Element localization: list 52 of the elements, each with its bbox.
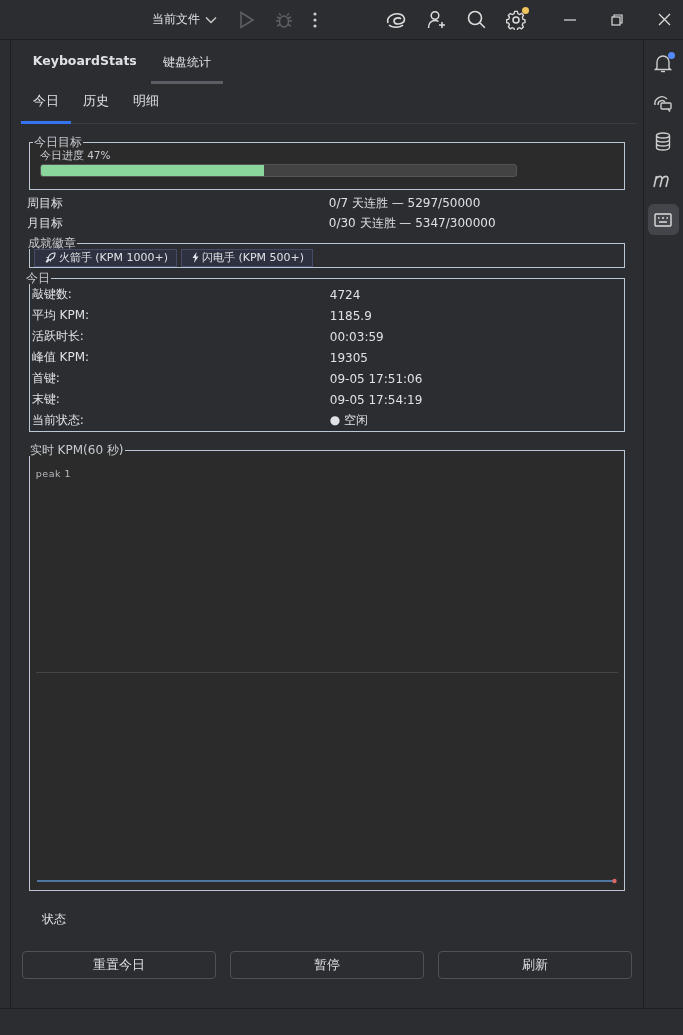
more-icon[interactable] <box>313 11 317 28</box>
keyboard-icon <box>654 212 673 227</box>
stat-value: 4724 <box>329 287 362 302</box>
group-title: 今日 <box>24 272 51 284</box>
tool-window-title: KeyboardStats <box>32 53 137 68</box>
swirl-icon[interactable] <box>385 10 407 29</box>
close-icon[interactable] <box>658 13 671 26</box>
stat-value: 1185.9 <box>329 308 373 323</box>
goal-value: 0/30 天连胜 — 5347/300000 <box>328 214 497 232</box>
restore-icon[interactable] <box>611 13 623 26</box>
tool-window-tab[interactable]: 键盘统计 <box>150 52 223 84</box>
run-config-dropdown[interactable]: 当前文件 <box>150 11 219 28</box>
minimize-icon[interactable] <box>564 18 576 21</box>
group-title: 成就徽章 <box>26 237 77 249</box>
achievement-badge: 火箭手 (KPM 1000+) <box>33 249 177 267</box>
stat-label: 平均 KPM: <box>31 307 91 324</box>
stat-value: 19305 <box>329 350 369 365</box>
tab[interactable]: 明细 <box>120 85 171 124</box>
lightning-icon <box>191 252 199 263</box>
chat-signal-icon <box>653 93 674 112</box>
stat-label: 敲键数: <box>31 286 73 303</box>
stat-value: 09-05 17:51:06 <box>329 371 424 386</box>
bell-icon <box>654 54 673 73</box>
stat-value: 09-05 17:54:19 <box>329 392 424 407</box>
goal-label: 周目标 <box>26 194 64 212</box>
progress-label: 今日进度 47% <box>39 148 112 163</box>
database-icon <box>655 132 672 151</box>
goal-value: 0/7 天连胜 — 5297/50000 <box>328 194 482 212</box>
group-title: 今日目标 <box>32 136 83 148</box>
action-button[interactable]: 刷新 <box>437 951 632 979</box>
stat-value: 00:03:59 <box>329 329 385 344</box>
stat-value: ● 空闲 <box>329 412 370 429</box>
action-button[interactable]: 暂停 <box>229 951 424 979</box>
peak-label: peak 1 <box>35 468 73 479</box>
group-title: 实时 KPM(60 秒) <box>28 444 125 456</box>
stat-label: 末键: <box>31 391 61 408</box>
achievement-badge: 闪电手 (KPM 500+) <box>180 249 314 267</box>
stat-label: 峰值 KPM: <box>31 349 91 366</box>
rocket-icon <box>44 252 56 263</box>
toolbar-button[interactable] <box>647 204 679 235</box>
add-user-icon[interactable] <box>427 9 447 30</box>
search-icon[interactable] <box>467 10 486 29</box>
tab[interactable]: 今日 <box>20 85 71 124</box>
stat-label: 活跃时长: <box>31 328 85 345</box>
goal-label: 月目标 <box>26 214 64 232</box>
tab[interactable]: 历史 <box>70 85 121 124</box>
chevron-down-icon <box>205 15 217 24</box>
stat-label: 当前状态: <box>31 412 85 429</box>
stat-label: 首键: <box>31 370 61 387</box>
action-button[interactable]: 重置今日 <box>21 951 216 979</box>
settings-icon[interactable] <box>506 9 526 30</box>
status-label: 状态 <box>41 911 67 928</box>
